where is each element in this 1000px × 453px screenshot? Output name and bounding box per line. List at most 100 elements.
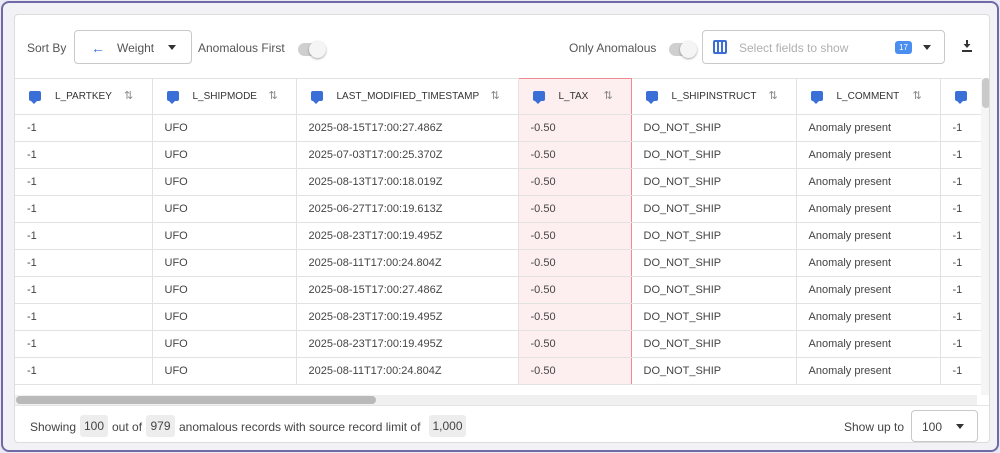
sort-icon[interactable]: ⇅ xyxy=(269,89,278,102)
table-cell: Anomaly present xyxy=(796,357,941,385)
select-fields-dropdown[interactable]: Select fields to show 17 xyxy=(702,30,945,64)
table-cell: UFO xyxy=(152,195,297,223)
show-up-to-label: Show up to xyxy=(844,420,905,434)
comment-flag-icon xyxy=(29,91,41,104)
sort-icon[interactable]: ⇅ xyxy=(769,89,778,102)
column-header[interactable]: L_SHIPMODE ⇅ xyxy=(152,78,297,115)
table-cell: -1 xyxy=(15,276,153,304)
table-cell: UFO xyxy=(152,249,297,277)
comment-flag-icon xyxy=(532,91,545,104)
table-cell: -1 xyxy=(15,168,153,196)
table-cell: 2025-08-15T17:00:27.486Z xyxy=(296,276,519,304)
column-header[interactable]: L_PARTKEY ⇅ xyxy=(15,78,153,115)
source-limit-chip: 1,000 xyxy=(429,415,466,437)
table-cell: Anomaly present xyxy=(796,195,941,223)
table-cell: Anomaly present xyxy=(796,168,941,196)
table-row[interactable]: -1 UFO 2025-08-15T17:00:27.486Z -0.50 DO_NOT… xyxy=(15,276,989,304)
table-cell: UFO xyxy=(152,276,297,304)
out-of-label: out of xyxy=(112,420,143,434)
records-table-container[interactable]: L_PARTKEY ⇅ L_SHIPMODE ⇅ LAST_MODIFIED_TIMES… xyxy=(15,78,989,395)
table-header: L_PARTKEY ⇅ L_SHIPMODE ⇅ LAST_MODIFIED_TIMES… xyxy=(15,78,989,115)
comment-flag-icon xyxy=(810,91,823,104)
sort-icon[interactable]: ⇅ xyxy=(491,89,500,102)
table-cell: -0.50 xyxy=(517,168,632,196)
table-cell: DO_NOT_SHIP xyxy=(631,303,797,331)
table-row[interactable]: -1 UFO 2025-06-27T17:00:19.613Z -0.50 DO_NOT… xyxy=(15,195,989,223)
table-cell: DO_NOT_SHIP xyxy=(631,249,797,277)
table-cell: -1 xyxy=(15,249,153,277)
table-cell: UFO xyxy=(152,303,297,331)
table-cell: UFO xyxy=(152,114,297,142)
table-cell: UFO xyxy=(152,357,297,385)
only-anomalous-toggle[interactable] xyxy=(669,41,697,58)
table-cell: UFO xyxy=(152,141,297,169)
table-cell: -1 xyxy=(15,195,153,223)
sort-icon[interactable]: ⇅ xyxy=(604,89,613,102)
caret-down-icon xyxy=(168,45,176,50)
vertical-scrollbar[interactable] xyxy=(981,78,989,395)
anomalous-first-toggle[interactable] xyxy=(298,41,326,58)
table-row[interactable]: -1 UFO 2025-08-13T17:00:18.019Z -0.50 DO_NOT… xyxy=(15,168,989,196)
table-cell: 2025-08-23T17:00:19.495Z xyxy=(296,330,519,358)
records-label: anomalous records with source record lim… xyxy=(179,420,421,434)
table-cell: UFO xyxy=(152,330,297,358)
table-cell: -0.50 xyxy=(517,330,632,358)
table-cell: DO_NOT_SHIP xyxy=(631,168,797,196)
download-icon[interactable] xyxy=(960,39,974,53)
comment-flag-icon xyxy=(166,91,179,104)
table-cell: 2025-06-27T17:00:19.613Z xyxy=(296,195,519,223)
table-cell: -0.50 xyxy=(517,141,632,169)
vertical-scrollbar-thumb[interactable] xyxy=(982,78,989,108)
column-header[interactable]: L_TAX ⇅ xyxy=(517,78,632,115)
sort-by-select[interactable]: ← Weight xyxy=(74,30,192,64)
table-row[interactable]: -1 UFO 2025-08-11T17:00:24.804Z -0.50 DO_NOT… xyxy=(15,249,989,277)
table-cell: 2025-08-15T17:00:27.486Z xyxy=(296,114,519,142)
table-cell: -1 xyxy=(15,141,153,169)
comment-flag-icon xyxy=(645,91,658,104)
sort-by-label: Sort By xyxy=(27,41,67,55)
comment-flag-icon xyxy=(310,91,323,104)
show-up-to-select[interactable]: 100 xyxy=(911,410,978,442)
column-header-label: LAST_MODIFIED_TIMESTAMP xyxy=(336,91,480,102)
table-row[interactable]: -1 UFO 2025-08-23T17:00:19.495Z -0.50 DO_NOT… xyxy=(15,222,989,250)
table-cell: Anomaly present xyxy=(796,222,941,250)
sort-icon[interactable]: ⇅ xyxy=(124,89,133,102)
table-cell: -1 xyxy=(15,357,153,385)
table-row[interactable]: -1 UFO 2025-08-23T17:00:19.495Z -0.50 DO_NOT… xyxy=(15,330,989,358)
showing-label: Showing xyxy=(30,420,77,434)
sort-icon[interactable]: ⇅ xyxy=(913,89,922,102)
table-cell: UFO xyxy=(152,168,297,196)
table-cell: -0.50 xyxy=(517,249,632,277)
table-cell: -1 xyxy=(15,330,153,358)
column-header[interactable]: L_SHIPINSTRUCT ⇅ xyxy=(631,78,797,115)
table-row[interactable]: -1 UFO 2025-07-03T17:00:25.370Z -0.50 DO_NOT… xyxy=(15,141,989,169)
table-cell: -0.50 xyxy=(517,114,632,142)
table-cell: -0.50 xyxy=(517,357,632,385)
sort-by-value: Weight xyxy=(117,41,155,55)
shown-count-chip: 100 xyxy=(80,415,108,437)
table-row[interactable]: -1 UFO 2025-08-15T17:00:27.486Z -0.50 DO_NOT… xyxy=(15,114,989,142)
table-cell: 2025-07-03T17:00:25.370Z xyxy=(296,141,519,169)
horizontal-scrollbar[interactable] xyxy=(15,395,977,405)
select-fields-placeholder: Select fields to show xyxy=(739,41,849,55)
columns-icon xyxy=(713,40,727,54)
column-header[interactable]: L_COMMENT ⇅ xyxy=(796,78,941,115)
app-frame: Sort By ← Weight Anomalous First Only An… xyxy=(1,1,999,452)
only-anomalous-label: Only Anomalous xyxy=(569,41,657,55)
caret-down-icon xyxy=(956,424,964,429)
table-cell: DO_NOT_SHIP xyxy=(631,357,797,385)
table-cell: -0.50 xyxy=(517,303,632,331)
table-row[interactable]: -1 UFO 2025-08-23T17:00:19.495Z -0.50 DO_NOT… xyxy=(15,303,989,331)
table-cell: DO_NOT_SHIP xyxy=(631,222,797,250)
table-body: -1 UFO 2025-08-15T17:00:27.486Z -0.50 DO_NOT… xyxy=(15,114,989,385)
table-cell: 2025-08-11T17:00:24.804Z xyxy=(296,357,519,385)
table-cell: -0.50 xyxy=(517,222,632,250)
column-header[interactable]: LAST_MODIFIED_TIMESTAMP ⇅ xyxy=(296,78,519,115)
comment-flag-icon xyxy=(954,91,967,104)
table-cell: DO_NOT_SHIP xyxy=(631,330,797,358)
table-cell: DO_NOT_SHIP xyxy=(631,114,797,142)
table-row[interactable]: -1 UFO 2025-08-11T17:00:24.804Z -0.50 DO_NOT… xyxy=(15,357,989,385)
arrow-left-icon: ← xyxy=(91,40,105,56)
table-cell: Anomaly present xyxy=(796,303,941,331)
horizontal-scrollbar-thumb[interactable] xyxy=(16,396,376,404)
